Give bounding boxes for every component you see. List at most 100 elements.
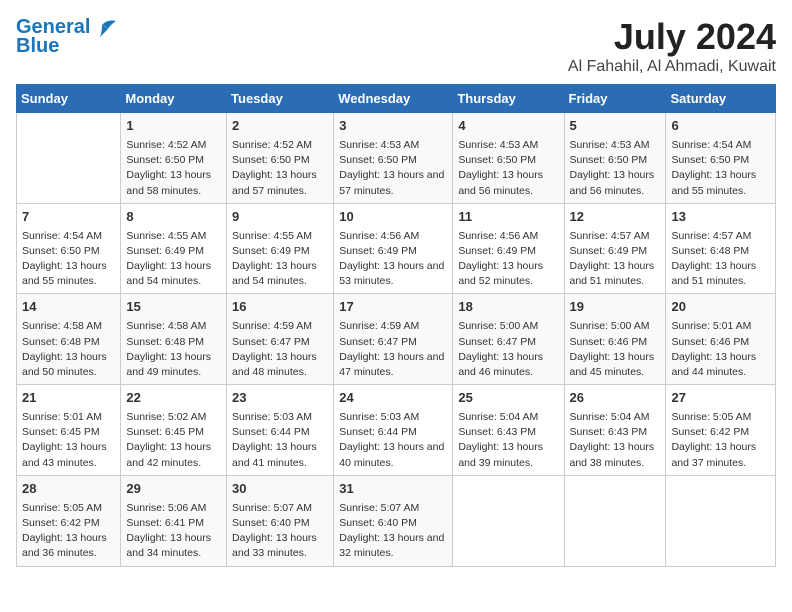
week-row-5: 28Sunrise: 5:05 AMSunset: 6:42 PMDayligh… (17, 475, 776, 566)
calendar-subtitle: Al Fahahil, Al Ahmadi, Kuwait (568, 58, 776, 76)
date-number: 21 (22, 389, 115, 408)
cell-info: Sunrise: 4:57 AMSunset: 6:48 PMDaylight:… (671, 229, 770, 290)
cell-info: Sunrise: 5:01 AMSunset: 6:45 PMDaylight:… (22, 410, 115, 471)
sunset-text: Sunset: 6:50 PM (22, 244, 115, 259)
cell-info: Sunrise: 4:54 AMSunset: 6:50 PMDaylight:… (671, 138, 770, 199)
sunrise-text: Sunrise: 4:57 AM (671, 229, 770, 244)
calendar-cell: 17Sunrise: 4:59 AMSunset: 6:47 PMDayligh… (334, 294, 453, 385)
sunset-text: Sunset: 6:49 PM (126, 244, 221, 259)
cell-info: Sunrise: 4:52 AMSunset: 6:50 PMDaylight:… (232, 138, 328, 199)
calendar-cell: 2Sunrise: 4:52 AMSunset: 6:50 PMDaylight… (227, 113, 334, 204)
calendar-cell (666, 475, 776, 566)
date-number: 4 (458, 117, 558, 136)
daylight-text: Daylight: 13 hours and 42 minutes. (126, 440, 221, 470)
calendar-cell: 31Sunrise: 5:07 AMSunset: 6:40 PMDayligh… (334, 475, 453, 566)
daylight-text: Daylight: 13 hours and 53 minutes. (339, 259, 447, 289)
cell-info: Sunrise: 4:54 AMSunset: 6:50 PMDaylight:… (22, 229, 115, 290)
cell-info: Sunrise: 5:02 AMSunset: 6:45 PMDaylight:… (126, 410, 221, 471)
cell-info: Sunrise: 4:55 AMSunset: 6:49 PMDaylight:… (232, 229, 328, 290)
calendar-cell: 10Sunrise: 4:56 AMSunset: 6:49 PMDayligh… (334, 203, 453, 294)
date-number: 9 (232, 208, 328, 227)
sunrise-text: Sunrise: 4:54 AM (671, 138, 770, 153)
sunrise-text: Sunrise: 4:58 AM (22, 319, 115, 334)
daylight-text: Daylight: 13 hours and 51 minutes. (671, 259, 770, 289)
sunrise-text: Sunrise: 5:07 AM (339, 501, 447, 516)
sunset-text: Sunset: 6:49 PM (570, 244, 661, 259)
header-day-tuesday: Tuesday (227, 85, 334, 113)
calendar-cell: 1Sunrise: 4:52 AMSunset: 6:50 PMDaylight… (121, 113, 227, 204)
sunset-text: Sunset: 6:48 PM (671, 244, 770, 259)
date-number: 27 (671, 389, 770, 408)
cell-info: Sunrise: 4:59 AMSunset: 6:47 PMDaylight:… (232, 319, 328, 380)
daylight-text: Daylight: 13 hours and 54 minutes. (232, 259, 328, 289)
daylight-text: Daylight: 13 hours and 57 minutes. (232, 168, 328, 198)
date-number: 26 (570, 389, 661, 408)
sunset-text: Sunset: 6:50 PM (671, 153, 770, 168)
date-number: 29 (126, 480, 221, 499)
cell-info: Sunrise: 5:07 AMSunset: 6:40 PMDaylight:… (232, 501, 328, 562)
cell-info: Sunrise: 5:03 AMSunset: 6:44 PMDaylight:… (232, 410, 328, 471)
sunset-text: Sunset: 6:49 PM (339, 244, 447, 259)
header-day-saturday: Saturday (666, 85, 776, 113)
sunrise-text: Sunrise: 4:53 AM (458, 138, 558, 153)
calendar-cell: 20Sunrise: 5:01 AMSunset: 6:46 PMDayligh… (666, 294, 776, 385)
week-row-2: 7Sunrise: 4:54 AMSunset: 6:50 PMDaylight… (17, 203, 776, 294)
cell-info: Sunrise: 4:52 AMSunset: 6:50 PMDaylight:… (126, 138, 221, 199)
calendar-cell (17, 113, 121, 204)
sunrise-text: Sunrise: 5:00 AM (458, 319, 558, 334)
sunrise-text: Sunrise: 5:04 AM (458, 410, 558, 425)
calendar-body: 1Sunrise: 4:52 AMSunset: 6:50 PMDaylight… (17, 113, 776, 567)
cell-info: Sunrise: 5:04 AMSunset: 6:43 PMDaylight:… (570, 410, 661, 471)
calendar-cell: 22Sunrise: 5:02 AMSunset: 6:45 PMDayligh… (121, 385, 227, 476)
daylight-text: Daylight: 13 hours and 54 minutes. (126, 259, 221, 289)
sunrise-text: Sunrise: 4:55 AM (126, 229, 221, 244)
calendar-cell: 11 Sunrise: 4:56 AMSunset: 6:49 PMDayligh… (453, 203, 564, 294)
sunrise-text: Sunrise: 4:58 AM (126, 319, 221, 334)
date-number: 3 (339, 117, 447, 136)
calendar-cell: 26 Sunrise: 5:04 AMSunset: 6:43 PMDayligh… (564, 385, 666, 476)
header-day-sunday: Sunday (17, 85, 121, 113)
date-number: 11 (458, 208, 558, 227)
date-number: 24 (339, 389, 447, 408)
cell-info: Sunrise: 5:06 AMSunset: 6:41 PMDaylight:… (126, 501, 221, 562)
calendar-cell: 7Sunrise: 4:54 AMSunset: 6:50 PMDaylight… (17, 203, 121, 294)
daylight-text: Daylight: 13 hours and 50 minutes. (22, 350, 115, 380)
cell-info: Sunrise: 5:03 AMSunset: 6:44 PMDaylight:… (339, 410, 447, 471)
date-number: 17 (339, 298, 447, 317)
calendar-table: SundayMondayTuesdayWednesdayThursdayFrid… (16, 84, 776, 567)
sunset-text: Sunset: 6:49 PM (458, 244, 558, 259)
sunset-text: Sunset: 6:40 PM (232, 516, 328, 531)
calendar-cell (453, 475, 564, 566)
date-number: 15 (126, 298, 221, 317)
sunset-text: Sunset: 6:40 PM (339, 516, 447, 531)
sunset-text: Sunset: 6:45 PM (22, 425, 115, 440)
date-number: 6 (671, 117, 770, 136)
sunrise-text: Sunrise: 5:04 AM (570, 410, 661, 425)
daylight-text: Daylight: 13 hours and 32 minutes. (339, 531, 447, 561)
calendar-cell: 16Sunrise: 4:59 AMSunset: 6:47 PMDayligh… (227, 294, 334, 385)
sunrise-text: Sunrise: 4:59 AM (232, 319, 328, 334)
calendar-cell (564, 475, 666, 566)
calendar-cell: 25Sunrise: 5:04 AMSunset: 6:43 PMDayligh… (453, 385, 564, 476)
sunset-text: Sunset: 6:47 PM (232, 335, 328, 350)
cell-info: Sunrise: 4:53 AMSunset: 6:50 PMDaylight:… (339, 138, 447, 199)
calendar-cell: 30Sunrise: 5:07 AMSunset: 6:40 PMDayligh… (227, 475, 334, 566)
sunrise-text: Sunrise: 5:06 AM (126, 501, 221, 516)
cell-info: Sunrise: 4:53 AMSunset: 6:50 PMDaylight:… (458, 138, 558, 199)
cell-info: Sunrise: 5:05 AMSunset: 6:42 PMDaylight:… (22, 501, 115, 562)
logo-bird-icon (94, 19, 116, 37)
sunrise-text: Sunrise: 4:56 AM (458, 229, 558, 244)
sunrise-text: Sunrise: 4:57 AM (570, 229, 661, 244)
sunset-text: Sunset: 6:50 PM (126, 153, 221, 168)
sunset-text: Sunset: 6:43 PM (570, 425, 661, 440)
sunset-text: Sunset: 6:48 PM (126, 335, 221, 350)
week-row-3: 14Sunrise: 4:58 AMSunset: 6:48 PMDayligh… (17, 294, 776, 385)
calendar-cell: 5Sunrise: 4:53 AMSunset: 6:50 PMDaylight… (564, 113, 666, 204)
daylight-text: Daylight: 13 hours and 47 minutes. (339, 350, 447, 380)
daylight-text: Daylight: 13 hours and 58 minutes. (126, 168, 221, 198)
date-number: 18 (458, 298, 558, 317)
daylight-text: Daylight: 13 hours and 40 minutes. (339, 440, 447, 470)
cell-info: Sunrise: 4:56 AMSunset: 6:49 PMDaylight:… (458, 229, 558, 290)
calendar-cell: 23Sunrise: 5:03 AMSunset: 6:44 PMDayligh… (227, 385, 334, 476)
sunrise-text: Sunrise: 4:56 AM (339, 229, 447, 244)
